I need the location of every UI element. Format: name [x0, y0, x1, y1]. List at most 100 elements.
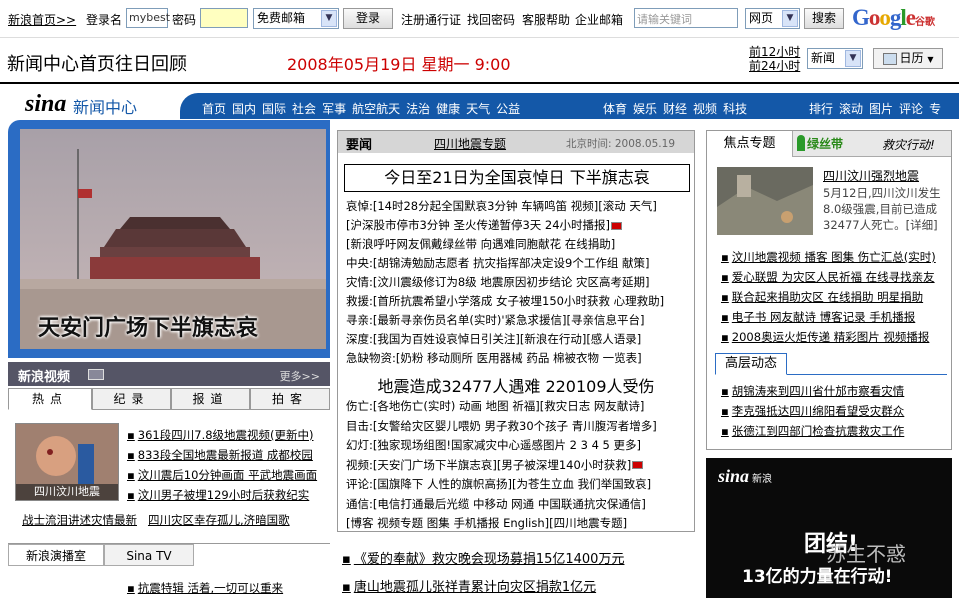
- below-headline[interactable]: 《爱的奉献》救灾晚会现场募捐15亿1400万元: [342, 546, 625, 574]
- find-password-link[interactable]: 找回密码: [467, 11, 515, 28]
- news-line[interactable]: 急缺物资:[奶粉 移动厕所 医用器械 药品 棉被衣物 一览表]: [346, 349, 664, 368]
- video-item[interactable]: 汶川男子被埋129小时后获救纪实: [127, 485, 317, 505]
- news-line[interactable]: 深度:[我国为百姓设哀悼日引关注][新浪在行动][感人语录]: [346, 330, 664, 349]
- news-line[interactable]: [博客 视频专题 图集 手机播报 English][四川地震专题]: [346, 514, 657, 534]
- video-extra-link[interactable]: 战士流泪讲述灾情最新: [22, 513, 137, 527]
- search-type-select[interactable]: 网页 ▼: [745, 8, 800, 29]
- sina-logo[interactable]: sina: [25, 91, 66, 118]
- news-line[interactable]: 灾情:[汶川震级修订为8级 地震原因初步结论 灾区高考延期]: [346, 273, 664, 292]
- video-item[interactable]: 833段全国地震最新报道 成都校园: [127, 445, 317, 465]
- mail-select[interactable]: 免费邮箱 ▼: [253, 8, 339, 29]
- nav-item-tech[interactable]: 科技: [723, 102, 747, 116]
- focus-link[interactable]: 联合起来捐助灾区 在线捐助 明星捐助: [721, 287, 936, 307]
- tab-sina-tv[interactable]: Sina TV: [104, 544, 194, 566]
- focus-link[interactable]: 汶川地震视频 播客 图集 伤亡汇总(实时): [721, 247, 936, 267]
- nav-item-charity[interactable]: 公益: [496, 102, 520, 116]
- tab-leaders[interactable]: 高层动态: [715, 353, 787, 375]
- news-line[interactable]: [沪深股市停市3分钟 圣火传递暂停3天 24小时播报]: [346, 216, 664, 235]
- broadcast-item[interactable]: 抗震特辑 活着,一切可以重来: [127, 580, 283, 596]
- unity-banner[interactable]: sina 新浪 团结! 苏生不惑 13亿的力量在行动!: [706, 458, 952, 598]
- search-button[interactable]: 搜索: [804, 8, 844, 29]
- help-link[interactable]: 客服帮助: [522, 11, 570, 28]
- news-line[interactable]: 幻灯:[独家现场组图!国家减灾中心遥感图片 2 3 4 5 更多]: [346, 436, 657, 456]
- nav-item-photo[interactable]: 图片: [869, 102, 893, 116]
- tab-top-news[interactable]: 要闻: [346, 134, 372, 153]
- password-input[interactable]: [200, 8, 248, 28]
- nav-item-sports[interactable]: 体育: [603, 102, 627, 116]
- hero-caption[interactable]: 天安门广场下半旗志哀: [38, 310, 258, 342]
- video-extra-link[interactable]: 四川灾区幸存孤儿,济暗国歌: [148, 513, 290, 527]
- nav-item-ent[interactable]: 娱乐: [633, 102, 657, 116]
- thumbnail-label: 四川汶川地震: [16, 484, 118, 500]
- news-line[interactable]: 通信:[电信打通最后光缆 中移动 网通 中国联通抗灾保通信]: [346, 495, 657, 515]
- enterprise-mail-link[interactable]: 企业邮箱: [575, 11, 623, 28]
- news-line[interactable]: 哀悼:[14时28分起全国默哀3分钟 车辆鸣笛 视频][滚动 天气]: [346, 197, 664, 216]
- video-thumbnail[interactable]: 四川汶川地震: [15, 423, 119, 501]
- main-headline[interactable]: 今日至21日为全国哀悼日 下半旗志哀: [344, 164, 690, 192]
- nav-group-1: 首页 国内 国际 社会 军事 航空航天 法治 健康 天气 公益: [202, 100, 526, 117]
- news-line[interactable]: 寻亲:[最新寻亲伤员名单(实时)'紧急求援信][寻亲信息平台]: [346, 311, 664, 330]
- tab-hot[interactable]: 热点: [8, 388, 92, 410]
- tab-documentary[interactable]: 纪录: [92, 388, 171, 410]
- nav-item-special[interactable]: 专: [929, 102, 941, 116]
- focus-link[interactable]: 电子书 网友献诗 博客记录 手机播报: [721, 307, 936, 327]
- green-ribbon-label[interactable]: 绿丝带: [807, 135, 843, 152]
- nav-item-rank[interactable]: 排行: [809, 102, 833, 116]
- tab-quake-special[interactable]: 四川地震专题: [434, 135, 506, 152]
- search-input[interactable]: 请输关键词: [634, 8, 738, 28]
- chevron-down-icon: ▼: [321, 10, 337, 27]
- nav-item-finance[interactable]: 财经: [663, 102, 687, 116]
- nav-item-military[interactable]: 军事: [322, 102, 346, 116]
- leader-link[interactable]: 胡锦涛来到四川省什邡市察看灾情: [721, 381, 905, 401]
- nav-item-china[interactable]: 国内: [232, 102, 256, 116]
- nav-item-society[interactable]: 社会: [292, 102, 316, 116]
- prev-24-link[interactable]: 前24小时: [749, 59, 800, 73]
- focus-link[interactable]: 2008奥运火炬传递 精彩图片 视频播报: [721, 327, 936, 347]
- tab-focus[interactable]: 焦点专题: [707, 131, 793, 157]
- nav-item-law[interactable]: 法治: [406, 102, 430, 116]
- video-list: 361段四川7.8级地震视频(更新中) 833段全国地震最新报道 成都校园 汶川…: [127, 425, 317, 505]
- calendar-button[interactable]: 日历 ▼: [873, 48, 943, 69]
- news-line[interactable]: [新浪呼吁网友佩戴绿丝带 向遇难同胞献花 在线捐助]: [346, 235, 664, 254]
- nav-item-health[interactable]: 健康: [436, 102, 460, 116]
- quake-photo[interactable]: [717, 167, 813, 235]
- channel-select[interactable]: 新闻 ▼: [807, 48, 863, 69]
- quake-title-link[interactable]: 四川汶川强烈地震: [823, 167, 919, 184]
- video-more-link[interactable]: 更多>>: [280, 368, 320, 384]
- leader-link[interactable]: 李克强抵达四川绵阳看望受灾群众: [721, 401, 905, 421]
- tab-paike[interactable]: 拍客: [250, 388, 330, 410]
- focus-link[interactable]: 爱心联盟 为灾区人民祈福 在线寻找亲友: [721, 267, 936, 287]
- news-line[interactable]: 中央:[胡锦涛勉励志愿者 抗灾指挥部决定设9个工作组 献策]: [346, 254, 664, 273]
- nav-item-comment[interactable]: 评论: [899, 102, 923, 116]
- register-link[interactable]: 注册通行证: [401, 11, 461, 28]
- news-line[interactable]: 救援:[首所抗震希望小学落成 女子被埋150小时获救 心理救助]: [346, 292, 664, 311]
- news-center-logo[interactable]: 新闻中心: [73, 94, 137, 118]
- video-item[interactable]: 361段四川7.8级地震视频(更新中): [127, 425, 317, 445]
- sina-home-link[interactable]: 新浪首页>>: [8, 11, 76, 28]
- login-input[interactable]: mybest: [126, 8, 170, 28]
- nav-item-world[interactable]: 国际: [262, 102, 286, 116]
- leader-link[interactable]: 张德江到四部门检查抗震救灾工作: [721, 421, 905, 441]
- login-button[interactable]: 登录: [343, 8, 393, 29]
- news-line[interactable]: 评论:[国旗降下 人性的旗帜高扬][为苍生立血 我们举国致哀]: [346, 475, 657, 495]
- search-type-value: 网页: [749, 11, 774, 25]
- nav-item-rolling[interactable]: 滚动: [839, 102, 863, 116]
- mail-select-value: 免费邮箱: [257, 11, 306, 25]
- news-line[interactable]: 视频:[天安门广场下半旗志哀][男子被深埋140小时获救]: [346, 456, 657, 476]
- nav-item-weather[interactable]: 天气: [466, 102, 490, 116]
- calendar-icon: [882, 52, 897, 65]
- nav-item-video[interactable]: 视频: [693, 102, 717, 116]
- relief-slogan[interactable]: 救灾行动!: [882, 136, 935, 153]
- nav-item-aerospace[interactable]: 航空航天: [352, 102, 400, 116]
- tab-report[interactable]: 报道: [171, 388, 250, 410]
- tab-studio[interactable]: 新浪演播室: [8, 544, 104, 566]
- casualty-headline[interactable]: 地震造成32477人遇难 220109人受伤: [338, 373, 694, 397]
- video-item[interactable]: 汶川震后10分钟画面 平武地震画面: [127, 465, 317, 485]
- news-line-text: 视频:[天安门广场下半旗志哀][男子被深埋140小时获救]: [346, 457, 632, 472]
- prev-12-link[interactable]: 前12小时: [749, 45, 800, 59]
- sina-video-title[interactable]: 新浪视频: [18, 366, 70, 385]
- news-line[interactable]: 伤亡:[各地伤亡(实时) 动画 地图 祈福][救灾日志 网友献诗]: [346, 397, 657, 417]
- news-line[interactable]: 目击:[女警给灾区婴儿喂奶 男子救30个孩子 青川腹泻者增多]: [346, 417, 657, 437]
- google-logo[interactable]: Google谷歌: [852, 5, 935, 31]
- nav-item-home[interactable]: 首页: [202, 102, 226, 116]
